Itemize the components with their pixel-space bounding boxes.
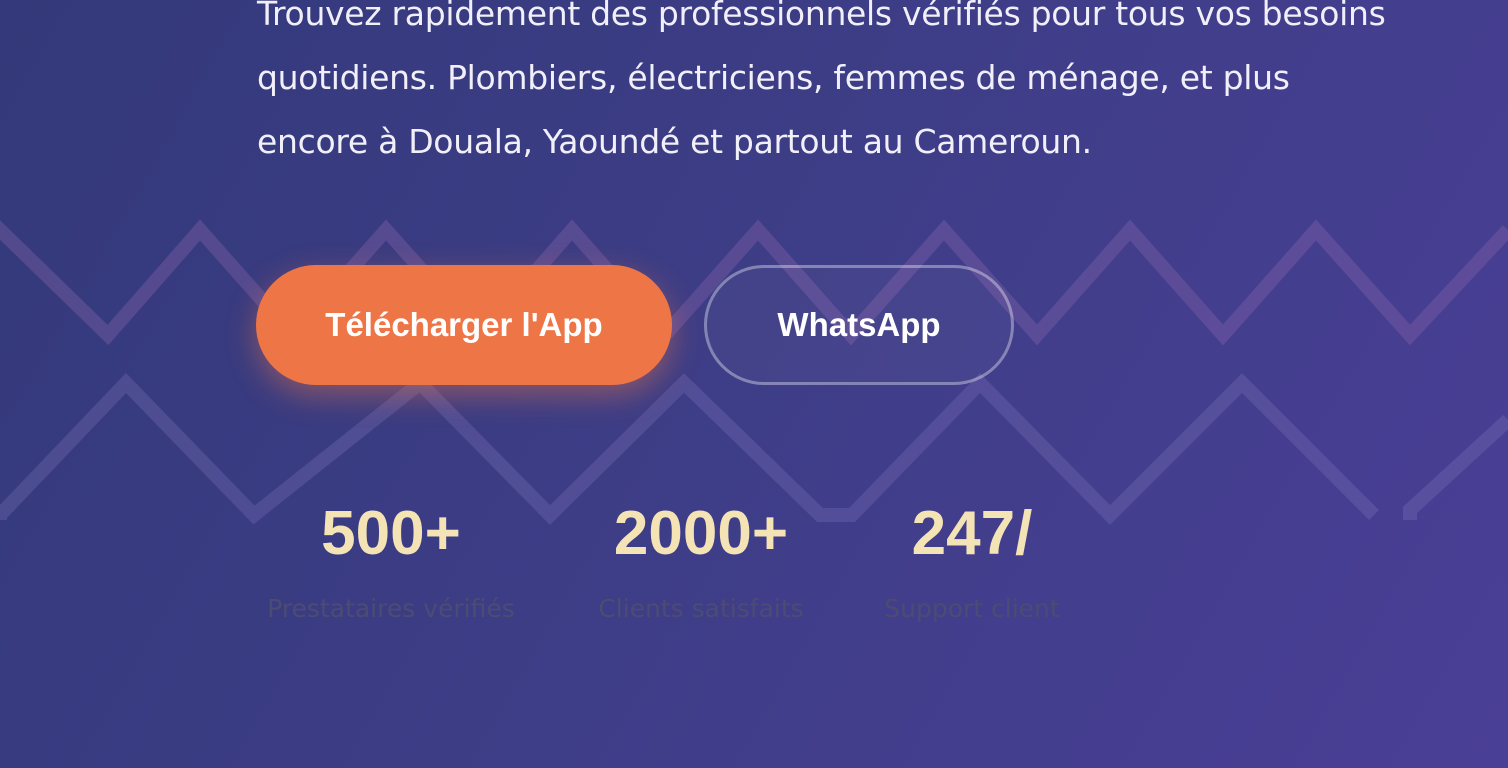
download-app-label: Télécharger l'App — [325, 306, 603, 343]
whatsapp-label: WhatsApp — [777, 306, 941, 343]
stat-value: 500+ — [321, 499, 461, 568]
stat-value: 247/ — [911, 499, 1033, 568]
stat-support: 247/ Support client — [872, 496, 1072, 626]
stat-value: 2000+ — [613, 499, 789, 568]
whatsapp-button[interactable]: WhatsApp — [704, 265, 1014, 385]
stat-label: Prestataires vérifiés — [267, 594, 515, 623]
stat-providers: 500+ Prestataires vérifiés — [256, 496, 526, 626]
download-app-button[interactable]: Télécharger l'App — [256, 265, 672, 385]
stat-label: Support client — [884, 594, 1060, 623]
hero-description: Trouvez rapidement des professionnels vé… — [257, 0, 1386, 161]
stat-clients: 2000+ Clients satisfaits — [587, 496, 815, 626]
stat-label: Clients satisfaits — [598, 594, 804, 623]
